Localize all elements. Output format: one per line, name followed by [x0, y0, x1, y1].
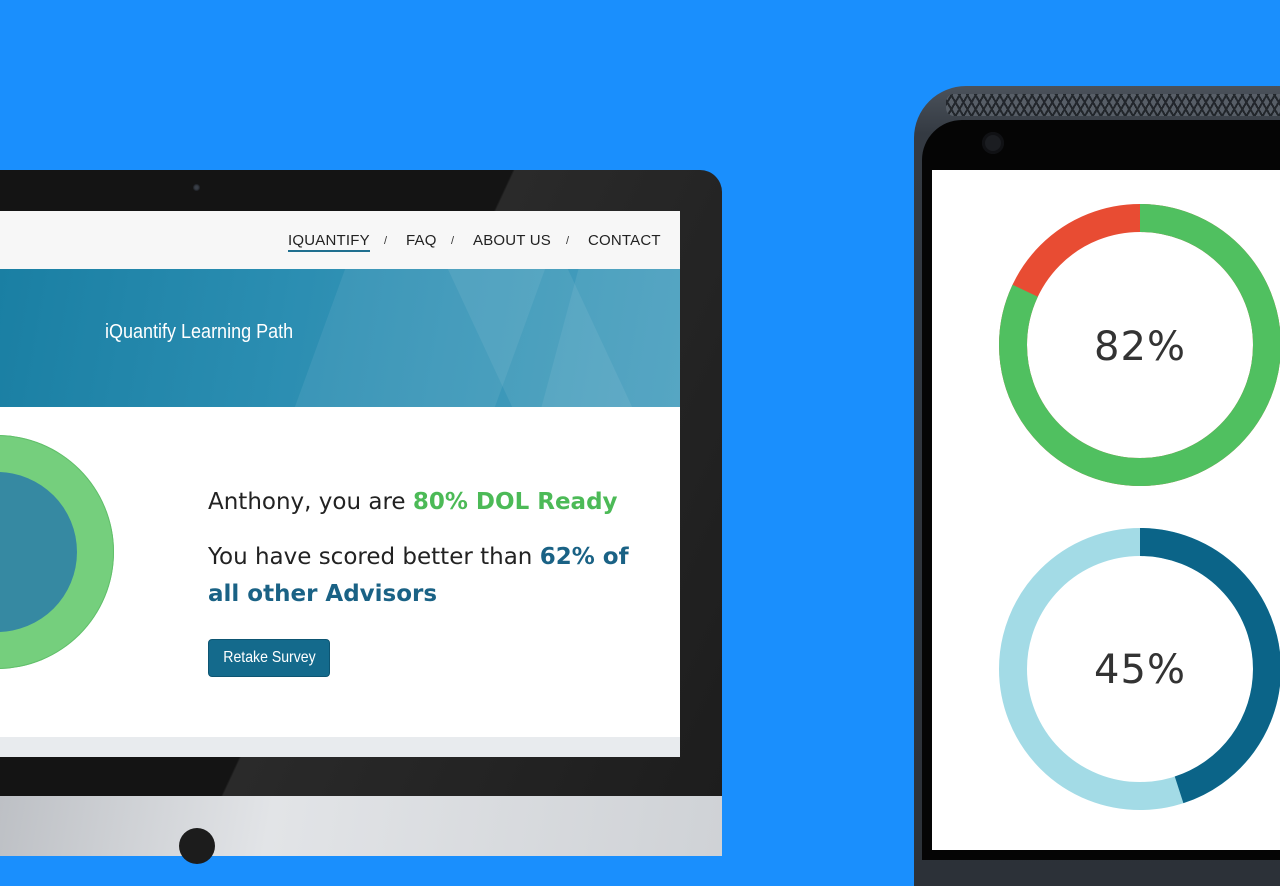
readiness-donut-chart: [0, 435, 114, 669]
readiness-prefix: Anthony, you are: [208, 489, 413, 515]
top-navigation: IQUANTIFY / FAQ / ABOUT US / CONTACT: [0, 211, 680, 269]
laptop-logo-icon: [179, 828, 215, 864]
readiness-message: Anthony, you are 80% DOL Ready: [208, 489, 618, 515]
page-title: iQuantify Learning Path: [105, 321, 294, 343]
retake-survey-button[interactable]: Retake Survey: [208, 639, 330, 677]
ranking-percent: 62% of: [539, 544, 629, 570]
hero-banner: iQuantify Learning Path: [0, 269, 680, 407]
screen-footer: [0, 737, 680, 757]
ranking-prefix: You have scored better than: [208, 544, 540, 570]
ranking-message: You have scored better than 62% of: [208, 544, 629, 570]
nav-separator: /: [566, 235, 570, 247]
laptop-chin: [0, 796, 722, 856]
speaker-grille-icon: [946, 94, 1280, 116]
nav-item-about-us[interactable]: ABOUT US: [473, 232, 551, 249]
donut-center: [0, 472, 77, 632]
camera-icon: [982, 132, 1004, 154]
nav-item-iquantify[interactable]: IQUANTIFY: [288, 232, 370, 252]
nav-item-faq[interactable]: FAQ: [406, 232, 437, 249]
laptop-screen: IQUANTIFY / FAQ / ABOUT US / CONTACT iQu…: [0, 211, 680, 757]
retake-survey-label: Retake Survey: [222, 649, 316, 666]
ranking-suffix: all other Advisors: [208, 581, 438, 607]
ring-percent-label: 82%: [1094, 324, 1186, 370]
nav-item-contact[interactable]: CONTACT: [588, 232, 661, 249]
readiness-score: 80% DOL Ready: [412, 489, 618, 515]
ring-percent-label: 45%: [1094, 647, 1186, 693]
laptop-camera: [193, 184, 200, 191]
phone-screen: 82% 45%: [932, 170, 1280, 850]
nav-separator: /: [451, 235, 455, 247]
nav-separator: /: [384, 235, 388, 247]
